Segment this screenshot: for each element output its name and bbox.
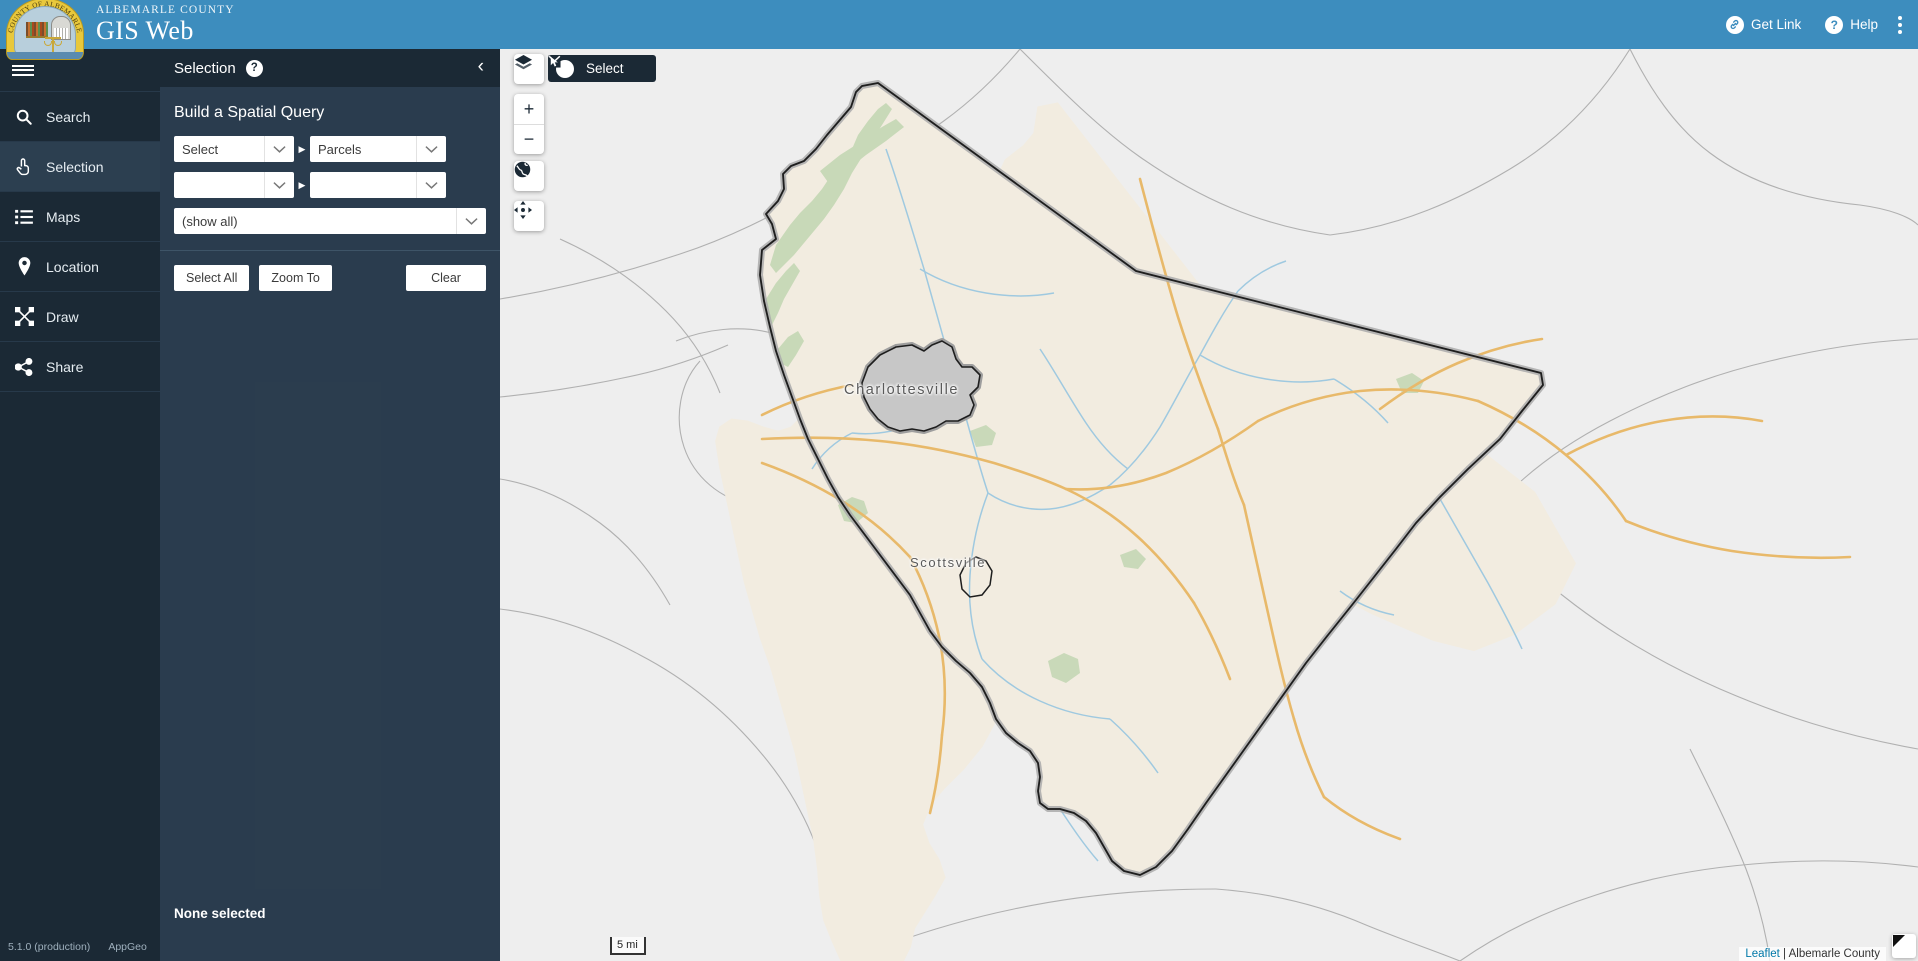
sidebar-item-location[interactable]: Location xyxy=(0,242,160,292)
panel-body: Build a Spatial Query Select ▶ Parcels ▶… xyxy=(160,87,500,291)
basemap-control[interactable] xyxy=(514,161,544,191)
map-tool-select[interactable]: Select xyxy=(548,55,656,82)
panel-title: Selection xyxy=(174,59,236,77)
sidebar-item-draw[interactable]: Draw xyxy=(0,292,160,342)
county-seal-logo: COUNTY OF ALBEMARLE xyxy=(6,0,84,60)
question-icon: ? xyxy=(1825,15,1844,34)
sidebar-item-label: Share xyxy=(46,358,84,375)
sidebar-item-share[interactable]: Share xyxy=(0,342,160,392)
chevron-down-icon[interactable] xyxy=(456,208,486,234)
help-button[interactable]: ? Help xyxy=(1813,10,1890,40)
selection-status: None selected xyxy=(174,906,266,921)
chevron-down-icon[interactable] xyxy=(416,136,446,162)
map-label-charlottesville: Charlottesville xyxy=(844,382,960,398)
query-layer-select-2[interactable] xyxy=(310,172,446,198)
sidebar-item-selection[interactable]: Selection xyxy=(0,142,160,192)
sidebar-footer: 5.1.0 (production) AppGeo xyxy=(0,933,160,961)
brand-title: GIS Web xyxy=(96,16,194,46)
zoom-control[interactable]: + − xyxy=(514,94,544,154)
sidebar-item-label: Maps xyxy=(46,208,81,225)
gis-web-app: COUNTY OF ALBEMARLE ALBEMARLE COUNTY GIS… xyxy=(0,0,1918,961)
pan-control[interactable] xyxy=(514,201,544,231)
sidebar-item-maps[interactable]: Maps xyxy=(0,192,160,242)
query-verb-value-1: Select xyxy=(182,141,219,157)
pointing-hand-icon xyxy=(14,157,34,177)
chevron-down-icon[interactable] xyxy=(416,172,446,198)
filter-value: (show all) xyxy=(182,213,238,229)
triangle-right-icon: ▶ xyxy=(298,179,306,190)
app-header: COUNTY OF ALBEMARLE ALBEMARLE COUNTY GIS… xyxy=(0,0,1918,60)
query-verb-select-1[interactable]: Select xyxy=(174,136,294,162)
list-icon xyxy=(14,207,34,227)
get-link-label: Get Link xyxy=(1750,17,1802,32)
layers-control[interactable] xyxy=(514,54,544,84)
zoom-to-button[interactable]: Zoom To xyxy=(259,265,332,291)
map-label-scottsville: Scottsville xyxy=(910,555,987,570)
triangle-right-icon: ▶ xyxy=(298,143,306,154)
scale-bar: 5 mi xyxy=(610,937,646,955)
query-row-3: (show all) xyxy=(174,208,486,234)
sidebar-item-search[interactable]: Search xyxy=(0,92,160,142)
brand-county: ALBEMARLE COUNTY xyxy=(96,3,235,16)
chevron-down-icon[interactable] xyxy=(264,172,294,198)
help-label: Help xyxy=(1850,17,1878,32)
chevron-down-icon[interactable] xyxy=(264,136,294,162)
kebab-menu-icon[interactable] xyxy=(1890,10,1914,40)
sidebar-item-label: Location xyxy=(46,258,99,275)
link-icon xyxy=(1725,15,1744,34)
draw-icon xyxy=(14,307,34,327)
get-link-button[interactable]: Get Link xyxy=(1714,10,1813,40)
panel-button-row: Select All Zoom To Clear xyxy=(174,251,486,291)
brand: ALBEMARLE COUNTY GIS Web xyxy=(96,3,235,46)
app-version: 5.1.0 (production) xyxy=(8,941,91,953)
map-canvas xyxy=(500,49,1918,961)
collapse-triangle-icon[interactable] xyxy=(1892,934,1916,958)
zoom-out-button[interactable]: − xyxy=(514,124,544,154)
magnifier-icon xyxy=(14,107,34,127)
filter-select[interactable]: (show all) xyxy=(174,208,486,234)
sidebar-item-label: Draw xyxy=(46,308,79,325)
sidebar-item-label: Search xyxy=(46,108,91,125)
panel-section-title: Build a Spatial Query xyxy=(174,104,325,121)
sidebar-item-label: Selection xyxy=(46,158,104,175)
chevron-left-icon[interactable]: ‹ xyxy=(470,55,486,81)
clear-button[interactable]: Clear xyxy=(406,265,486,291)
header-actions: Get Link ? Help xyxy=(1714,0,1914,49)
selection-panel: Selection ? ‹ Build a Spatial Query Sele… xyxy=(160,49,500,961)
query-row-1: Select ▶ Parcels xyxy=(174,136,486,162)
query-layer-select-1[interactable]: Parcels xyxy=(310,136,446,162)
layers-stack-icon[interactable] xyxy=(514,54,544,84)
leaflet-link[interactable]: Leaflet xyxy=(1745,948,1780,960)
attribution-source: Albemarle County xyxy=(1788,948,1880,960)
zoom-in-button[interactable]: + xyxy=(514,94,544,124)
share-nodes-icon xyxy=(14,357,34,377)
query-row-2: ▶ xyxy=(174,172,486,198)
attribution-separator: | xyxy=(1779,948,1789,960)
map-viewport[interactable]: Charlottesville Scottsville + − Select 5… xyxy=(500,49,1918,961)
four-arrows-icon[interactable] xyxy=(514,201,544,231)
map-tool-label: Select xyxy=(586,61,624,76)
app-vendor: AppGeo xyxy=(108,941,147,953)
globe-icon[interactable] xyxy=(514,161,544,191)
question-icon[interactable]: ? xyxy=(245,59,263,77)
sidebar: Search Selection Maps Location Draw Shar… xyxy=(0,49,160,961)
map-attribution: Leaflet | Albemarle County xyxy=(1739,947,1886,961)
query-layer-value-1: Parcels xyxy=(318,141,362,157)
panel-header: Selection ? ‹ xyxy=(160,49,500,87)
select-all-button[interactable]: Select All xyxy=(174,265,250,291)
query-verb-select-2[interactable] xyxy=(174,172,294,198)
map-pin-icon xyxy=(14,257,34,277)
